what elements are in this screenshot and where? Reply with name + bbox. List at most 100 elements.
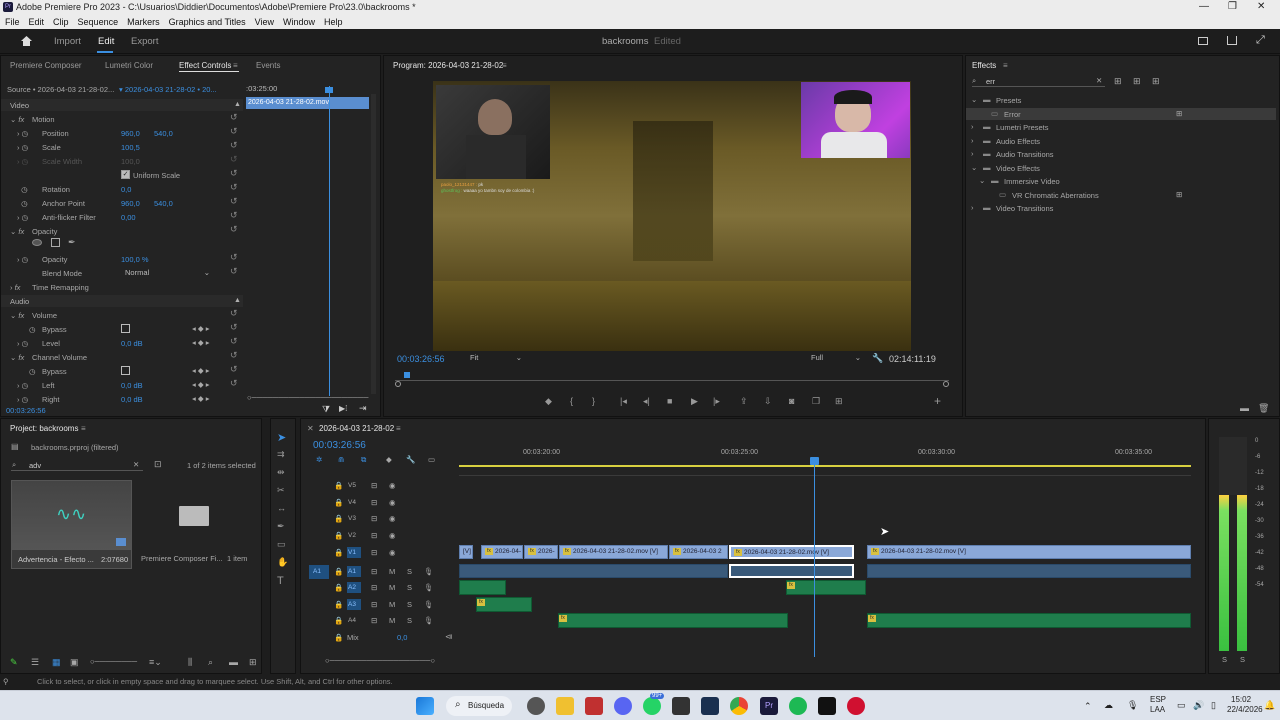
level-stopwatch-icon[interactable]: › ◷: [17, 339, 28, 348]
reset-anchor-icon[interactable]: ↺: [230, 196, 238, 207]
source-patch-a1[interactable]: A1: [309, 565, 329, 579]
effects-tree-item[interactable]: ▭ VR Chromatic Aberrations ⊞: [966, 189, 1276, 201]
keyframe-nav-left[interactable]: ◂ ◆ ▸: [192, 380, 209, 389]
expand-chevron-icon[interactable]: ⌄: [971, 95, 977, 104]
taskbar-search[interactable]: ⌕ Búsqueda: [446, 696, 512, 716]
project-item-audio[interactable]: ∿∿ Advertencia - Efecto ... 2:07680: [11, 480, 132, 569]
clip-v1-6[interactable]: fx 2026-04-03 21-28-02.mov [V]: [867, 545, 1191, 559]
timeline-zoom-bar[interactable]: ○───────────────────○: [325, 656, 435, 665]
step-forward-icon[interactable]: |▸: [713, 396, 720, 407]
volume-toggle[interactable]: ⌄ fx: [10, 311, 24, 320]
position-x-value[interactable]: 960,0: [121, 129, 140, 138]
sync-lock-icon[interactable]: ⊟: [371, 498, 377, 507]
lang-secondary[interactable]: LAA: [1150, 705, 1165, 714]
lock-track-icon[interactable]: 🔒: [334, 514, 343, 523]
voiceover-icon[interactable]: 🎙: [424, 583, 434, 592]
source-label[interactable]: Source • 2026-04-03 21-28-02...: [7, 85, 114, 94]
panel-menu-icon[interactable]: ≡: [233, 61, 238, 70]
solo-left-button[interactable]: S: [1222, 655, 1227, 664]
track-target-v4[interactable]: V4: [347, 497, 361, 508]
ec-playhead[interactable]: [329, 86, 330, 396]
clip-v1-3[interactable]: fx 2026-04-03 21-28-02.mov [V]: [559, 545, 668, 559]
expand-chevron-icon[interactable]: ⌄: [971, 163, 977, 172]
reset-blend-icon[interactable]: ↺: [230, 266, 238, 277]
play-icon[interactable]: ▶: [691, 396, 698, 407]
project-clear-search-icon[interactable]: ✕: [133, 460, 139, 469]
antiflicker-value[interactable]: 0,00: [121, 213, 136, 222]
rectangle-mask-icon[interactable]: [51, 238, 60, 247]
lock-track-icon[interactable]: 🔒: [334, 600, 343, 609]
sync-lock-icon[interactable]: ⊟: [371, 583, 377, 592]
clip-selector[interactable]: ▾ 2026-04-03 21-28-02 • 20...: [119, 85, 217, 94]
lang-primary[interactable]: ESP: [1150, 695, 1166, 704]
effects-search-input[interactable]: ⌕ err ✕: [972, 75, 1105, 87]
32bit-effects-icon[interactable]: ⊞: [1133, 76, 1141, 87]
reset-cv-bypass-icon[interactable]: ↺: [230, 364, 238, 375]
solo-right-button[interactable]: S: [1240, 655, 1245, 664]
menu-markers[interactable]: Markers: [127, 17, 160, 27]
position-stopwatch-icon[interactable]: › ◷: [17, 129, 28, 138]
stop-icon[interactable]: ■: [667, 396, 672, 406]
lock-track-icon[interactable]: 🔒: [334, 567, 343, 576]
sync-lock-icon[interactable]: ⊟: [371, 616, 377, 625]
obs-icon[interactable]: [527, 697, 545, 715]
add-marker-icon[interactable]: ◆: [545, 396, 552, 407]
tray-mic-icon[interactable]: 🎙: [1127, 700, 1138, 711]
lock-track-icon[interactable]: 🔒: [334, 583, 343, 592]
timeline-vertical-scrollbar[interactable]: [1190, 469, 1198, 655]
notification-icon[interactable]: 🔔: [1264, 700, 1275, 711]
mix-value[interactable]: 0,0: [397, 633, 407, 642]
battery-icon[interactable]: ▯: [1211, 700, 1216, 711]
new-bin-icon[interactable]: ▬: [1240, 403, 1249, 413]
effects-tree-item[interactable]: › ▬ Audio Effects: [966, 135, 1276, 147]
ripple-edit-icon[interactable]: ⇹: [277, 467, 285, 478]
effects-title[interactable]: Effects: [972, 61, 996, 70]
track-target-v5[interactable]: V5: [347, 480, 361, 491]
effects-tree-item[interactable]: ⌄ ▬ Immersive Video: [966, 175, 1276, 187]
voiceover-icon[interactable]: 🎙: [424, 600, 434, 609]
automate-icon[interactable]: ⫼: [188, 657, 192, 668]
left-stopwatch-icon[interactable]: › ◷: [17, 381, 28, 390]
motion-toggle[interactable]: ⌄ fx: [10, 115, 24, 124]
clock-time[interactable]: 15:02: [1231, 695, 1251, 704]
menu-window[interactable]: Window: [283, 17, 315, 27]
chrome-icon[interactable]: [730, 697, 748, 715]
program-timecode[interactable]: 00:03:26:56: [397, 354, 445, 364]
snap-in-timeline-icon[interactable]: ✲: [316, 455, 322, 464]
home-icon[interactable]: [20, 35, 33, 47]
sync-lock-icon[interactable]: ⊟: [371, 600, 377, 609]
lock-track-icon[interactable]: 🔒: [334, 548, 343, 557]
sync-lock-icon[interactable]: ⊟: [371, 514, 377, 523]
wrench-icon[interactable]: 🔧: [872, 353, 883, 364]
opera-icon[interactable]: [847, 697, 865, 715]
collapse-audio-icon[interactable]: ▲: [234, 297, 241, 304]
anchor-y-value[interactable]: 540,0: [154, 199, 173, 208]
track-target-a1[interactable]: A1: [347, 566, 361, 577]
bypass-stopwatch-icon[interactable]: ◷: [29, 325, 36, 334]
opacity-stopwatch-icon[interactable]: › ◷: [17, 255, 28, 264]
effects-tree-item[interactable]: › ▬ Audio Transitions: [966, 148, 1276, 160]
accelerated-effects-icon[interactable]: ⊞: [1114, 76, 1122, 87]
track-target-v1[interactable]: V1: [347, 547, 361, 558]
step-back-icon[interactable]: ◂|: [643, 396, 650, 407]
clip-v1-0[interactable]: [V]: [459, 545, 473, 559]
volume-icon[interactable]: 🔊: [1193, 700, 1204, 711]
effects-tree-item[interactable]: › ▬ Lumetri Presets: [966, 121, 1276, 133]
file-explorer-icon[interactable]: [556, 697, 574, 715]
timeline-playhead[interactable]: [814, 459, 815, 657]
clip-a1-selected[interactable]: [729, 564, 854, 578]
reset-left-icon[interactable]: ↺: [230, 378, 238, 389]
clip-a2-1[interactable]: fx: [786, 580, 866, 595]
mute-track-button[interactable]: M: [389, 583, 395, 592]
mix-nav-icon[interactable]: ⧏: [445, 632, 453, 641]
import-tab[interactable]: Import: [54, 36, 81, 47]
clip-a4-1[interactable]: fx: [867, 613, 1191, 628]
toggle-output-icon[interactable]: ◉: [389, 514, 396, 523]
ellipse-mask-icon[interactable]: [32, 239, 42, 246]
effects-tree-item[interactable]: ⌄ ▬ Presets: [966, 94, 1276, 106]
button-editor-icon[interactable]: +: [934, 394, 941, 408]
program-title[interactable]: Program: 2026-04-03 21-28-02: [393, 61, 503, 70]
linked-selection-icon[interactable]: ⋒: [338, 455, 344, 464]
reset-motion-icon[interactable]: ↺: [230, 112, 238, 123]
sequence-menu-icon[interactable]: ≡: [396, 424, 401, 433]
